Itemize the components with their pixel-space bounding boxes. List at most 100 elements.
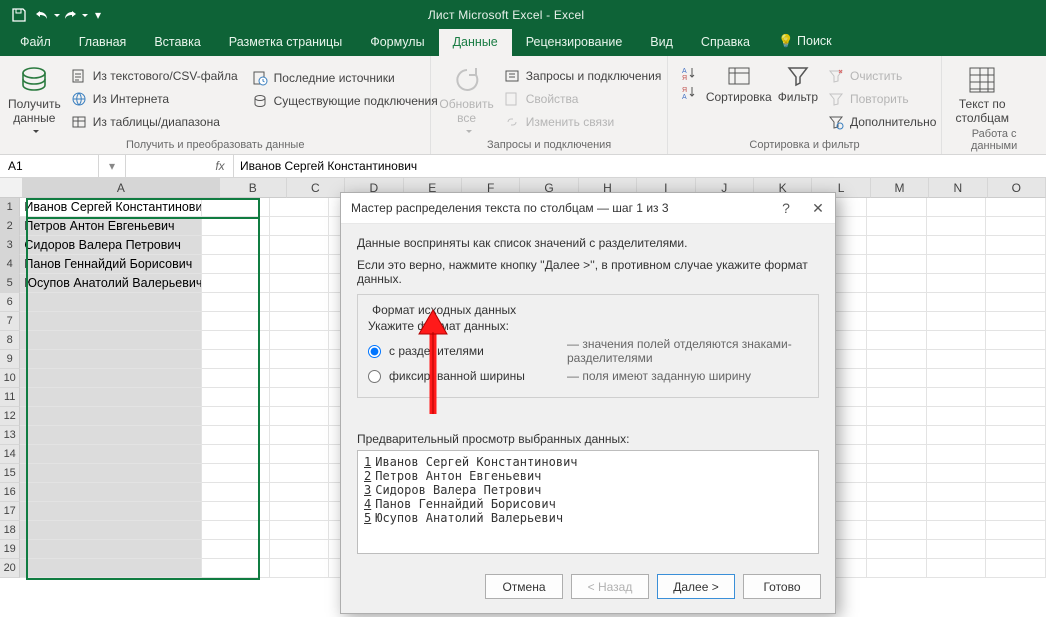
- row-header-3[interactable]: 3: [0, 236, 20, 255]
- cell-C5[interactable]: [270, 274, 330, 293]
- cell-C1[interactable]: [270, 198, 330, 217]
- save-icon[interactable]: [6, 2, 32, 28]
- radio-fixed[interactable]: [368, 370, 381, 383]
- cell-A13[interactable]: [20, 426, 202, 445]
- col-header-M[interactable]: M: [871, 178, 929, 198]
- row-header-4[interactable]: 4: [0, 255, 20, 274]
- cell-N8[interactable]: [927, 331, 987, 350]
- row-header-6[interactable]: 6: [0, 293, 20, 312]
- cell-B12[interactable]: [202, 407, 269, 426]
- cell-O7[interactable]: [986, 312, 1046, 331]
- from-web-button[interactable]: Из Интернета: [67, 89, 242, 109]
- refresh-all-button[interactable]: Обновить все: [439, 60, 493, 137]
- row-header-13[interactable]: 13: [0, 426, 20, 445]
- cell-N7[interactable]: [927, 312, 987, 331]
- cell-O15[interactable]: [986, 464, 1046, 483]
- row-header-17[interactable]: 17: [0, 502, 20, 521]
- cell-C6[interactable]: [270, 293, 330, 312]
- cell-C9[interactable]: [270, 350, 330, 369]
- formula-input[interactable]: [234, 159, 1046, 173]
- row-header-2[interactable]: 2: [0, 217, 20, 236]
- tab-файл[interactable]: Файл: [6, 29, 65, 56]
- cell-C15[interactable]: [270, 464, 330, 483]
- col-header-O[interactable]: O: [988, 178, 1046, 198]
- cell-M8[interactable]: [867, 331, 927, 350]
- cell-C11[interactable]: [270, 388, 330, 407]
- cell-M2[interactable]: [867, 217, 927, 236]
- advanced-filter-button[interactable]: Дополнительно: [824, 112, 940, 132]
- cell-C18[interactable]: [270, 521, 330, 540]
- cell-A17[interactable]: [20, 502, 202, 521]
- cell-N11[interactable]: [927, 388, 987, 407]
- cell-N3[interactable]: [927, 236, 987, 255]
- col-header-A[interactable]: A: [23, 178, 220, 198]
- cell-C17[interactable]: [270, 502, 330, 521]
- existing-connections-button[interactable]: Существующие подключения: [248, 91, 442, 111]
- cell-O2[interactable]: [986, 217, 1046, 236]
- cell-O4[interactable]: [986, 255, 1046, 274]
- cell-M17[interactable]: [867, 502, 927, 521]
- cell-C12[interactable]: [270, 407, 330, 426]
- tab-разметка страницы[interactable]: Разметка страницы: [215, 29, 356, 56]
- name-box[interactable]: [0, 155, 99, 177]
- name-box-input[interactable]: [6, 158, 92, 174]
- cell-A8[interactable]: [20, 331, 202, 350]
- select-all-corner[interactable]: [0, 178, 23, 198]
- cell-M20[interactable]: [867, 559, 927, 578]
- row-header-12[interactable]: 12: [0, 407, 20, 426]
- cell-B20[interactable]: [202, 559, 269, 578]
- cell-B11[interactable]: [202, 388, 269, 407]
- cell-M19[interactable]: [867, 540, 927, 559]
- cell-A2[interactable]: Петров Антон Евгеньевич: [20, 217, 202, 236]
- cell-C14[interactable]: [270, 445, 330, 464]
- row-header-15[interactable]: 15: [0, 464, 20, 483]
- cell-O5[interactable]: [986, 274, 1046, 293]
- cell-N19[interactable]: [927, 540, 987, 559]
- cell-O3[interactable]: [986, 236, 1046, 255]
- cell-C3[interactable]: [270, 236, 330, 255]
- row-header-7[interactable]: 7: [0, 312, 20, 331]
- tab-поиск[interactable]: 💡 Поиск: [764, 28, 846, 56]
- cell-M13[interactable]: [867, 426, 927, 445]
- name-box-dropdown[interactable]: ▾: [99, 155, 126, 177]
- cell-C19[interactable]: [270, 540, 330, 559]
- cell-M3[interactable]: [867, 236, 927, 255]
- cell-M16[interactable]: [867, 483, 927, 502]
- cell-A6[interactable]: [20, 293, 202, 312]
- col-header-N[interactable]: N: [929, 178, 987, 198]
- cell-N12[interactable]: [927, 407, 987, 426]
- cell-A9[interactable]: [20, 350, 202, 369]
- cell-A11[interactable]: [20, 388, 202, 407]
- cell-A15[interactable]: [20, 464, 202, 483]
- dialog-titlebar[interactable]: Мастер распределения текста по столбцам …: [341, 193, 835, 224]
- cell-B15[interactable]: [202, 464, 269, 483]
- cell-B16[interactable]: [202, 483, 269, 502]
- cell-M5[interactable]: [867, 274, 927, 293]
- cell-O16[interactable]: [986, 483, 1046, 502]
- cell-A12[interactable]: [20, 407, 202, 426]
- cell-B2[interactable]: [202, 217, 269, 236]
- cell-N1[interactable]: [927, 198, 987, 217]
- cell-M11[interactable]: [867, 388, 927, 407]
- cell-N17[interactable]: [927, 502, 987, 521]
- cell-N4[interactable]: [927, 255, 987, 274]
- finish-button[interactable]: Готово: [743, 574, 821, 599]
- cell-O11[interactable]: [986, 388, 1046, 407]
- cell-B10[interactable]: [202, 369, 269, 388]
- tab-формулы[interactable]: Формулы: [356, 29, 438, 56]
- cancel-button[interactable]: Отмена: [485, 574, 563, 599]
- get-data-button[interactable]: Получить данные: [8, 60, 61, 137]
- cell-B17[interactable]: [202, 502, 269, 521]
- cell-N15[interactable]: [927, 464, 987, 483]
- cell-O1[interactable]: [986, 198, 1046, 217]
- cell-A18[interactable]: [20, 521, 202, 540]
- from-text-csv-button[interactable]: Из текстового/CSV-файла: [67, 66, 242, 86]
- cell-C8[interactable]: [270, 331, 330, 350]
- cell-B7[interactable]: [202, 312, 269, 331]
- cell-A10[interactable]: [20, 369, 202, 388]
- cell-A19[interactable]: [20, 540, 202, 559]
- cell-A5[interactable]: Юсупов Анатолий Валерьевич: [20, 274, 202, 293]
- queries-connections-button[interactable]: Запросы и подключения: [500, 66, 666, 86]
- tab-вставка[interactable]: Вставка: [140, 29, 214, 56]
- radio-delimited-label[interactable]: с разделителями: [389, 344, 559, 358]
